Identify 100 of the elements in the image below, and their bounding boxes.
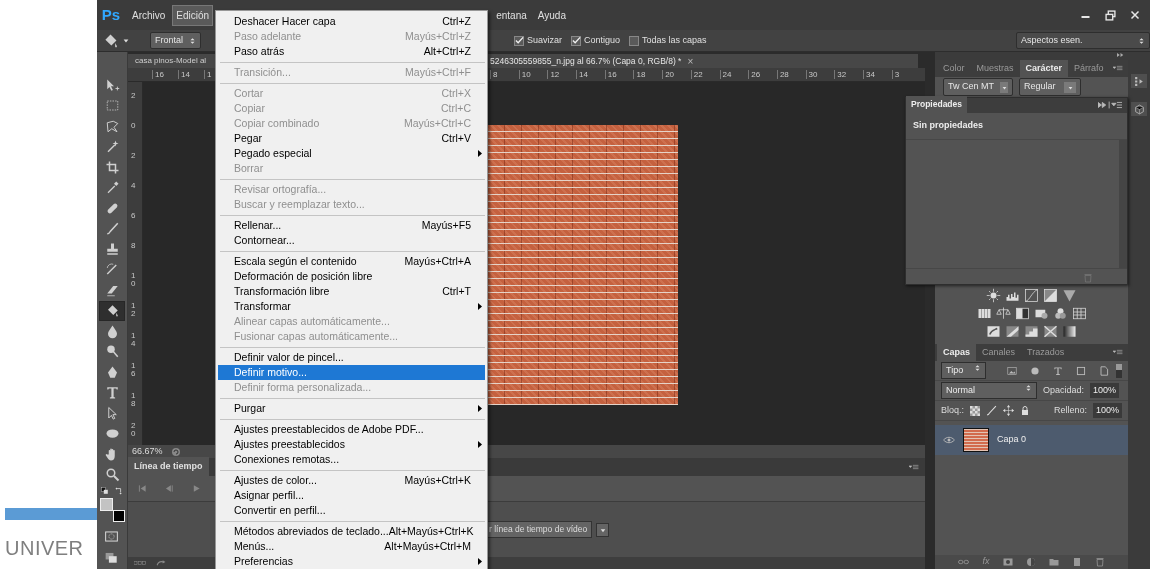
checkbox[interactable] — [571, 35, 582, 46]
menu-item[interactable]: Transformar — [218, 299, 485, 314]
exposure-icon[interactable] — [1043, 287, 1058, 303]
menu-bar-item[interactable]: Ayuda — [533, 4, 570, 26]
move-arrows-icon[interactable] — [1003, 405, 1014, 416]
panel-tab[interactable]: Color — [937, 59, 971, 77]
curves-icon[interactable] — [1024, 287, 1039, 303]
brush-icon[interactable] — [986, 405, 997, 416]
curved-arrow-icon[interactable] — [156, 559, 166, 567]
half-square-icon[interactable] — [1014, 305, 1030, 321]
shape-filter-icon[interactable] — [1075, 364, 1087, 377]
trash-icon[interactable] — [1094, 557, 1105, 567]
swap-arrow-icon[interactable] — [115, 487, 123, 495]
panel-tab[interactable]: Párrafo — [1068, 59, 1110, 77]
cross-square-icon[interactable] — [1043, 323, 1058, 339]
menu-item[interactable]: Menús... Alt+Mayús+Ctrl+M — [218, 539, 485, 554]
panel-menu-icon[interactable] — [909, 463, 919, 471]
scales-icon[interactable] — [995, 305, 1011, 321]
menu-item[interactable]: Ajustes de color... Mayús+Ctrl+K — [218, 473, 485, 488]
checkerboard-icon[interactable] — [970, 405, 980, 416]
dropdown-button[interactable] — [596, 522, 610, 537]
menu-item[interactable]: Preferencias — [218, 554, 485, 569]
scrollbar[interactable] — [1119, 139, 1127, 268]
adjustment-icon[interactable] — [1025, 557, 1036, 567]
panel-icon-button[interactable] — [1131, 74, 1147, 88]
eye-icon[interactable] — [943, 436, 955, 444]
invert-square-icon[interactable] — [986, 323, 1001, 339]
panel-tab[interactable]: Trazados — [1021, 343, 1071, 361]
document-filter-icon[interactable] — [1098, 364, 1110, 377]
tool-button[interactable] — [99, 300, 125, 321]
menu-item[interactable]: Convertir en perfil... — [218, 503, 485, 518]
fill-field[interactable]: 100% — [1092, 402, 1122, 419]
menu-item[interactable]: Asignar perfil... — [218, 488, 485, 503]
panel-menu-icon[interactable] — [1098, 101, 1122, 109]
diagonal-square-icon[interactable] — [1005, 323, 1020, 339]
menu-item[interactable]: Deshacer Hacer capa Ctrl+Z — [218, 14, 485, 29]
panel-tab[interactable]: Línea de tiempo — [128, 456, 209, 476]
menu-item[interactable]: Conexiones remotas... — [218, 452, 485, 467]
close-icon[interactable] — [1130, 10, 1140, 20]
panel-tab[interactable]: Propiedades — [906, 96, 968, 113]
circles-icon[interactable] — [1052, 305, 1068, 321]
menu-item[interactable]: Deformación de posición libre — [218, 269, 485, 284]
mode-dropdown[interactable]: Frontal — [150, 31, 201, 50]
menu-bar-item[interactable]: entana — [492, 4, 531, 26]
foreground-color-swatch[interactable] — [100, 498, 113, 511]
font-style-dropdown[interactable]: Regular — [1019, 78, 1081, 96]
menu-item[interactable]: Ajustes preestablecidos — [218, 437, 485, 452]
triangle-icon[interactable] — [1062, 287, 1077, 303]
panel-menu-icon[interactable] — [1113, 348, 1123, 356]
quick-mask-icon[interactable] — [105, 530, 118, 543]
menu-item[interactable]: Definir valor de pincel... — [218, 350, 485, 365]
stepped-square-icon[interactable] — [1024, 323, 1039, 339]
checkbox[interactable] — [514, 35, 524, 46]
font-family-dropdown[interactable]: Tw Cen MT — [943, 78, 1013, 96]
type-filter-icon[interactable] — [1052, 364, 1064, 377]
panel-tab[interactable]: Capas — [937, 343, 976, 361]
layer-name: Capa 0 — [997, 433, 1027, 447]
collapse-arrows-icon[interactable] — [1117, 52, 1124, 58]
restore-icon[interactable] — [1105, 9, 1116, 21]
background-color-swatch[interactable] — [113, 510, 125, 522]
workspace-dropdown[interactable]: Aspectos esen. — [1016, 31, 1150, 50]
menu-item[interactable]: Contornear... — [218, 233, 485, 248]
lock-icon[interactable] — [1020, 405, 1030, 416]
circle-arrow-icon[interactable] — [170, 446, 181, 457]
menu-item[interactable]: Pegado especial — [218, 146, 485, 161]
menu-item[interactable]: Transformación libre Ctrl+T — [218, 284, 485, 299]
link-icon[interactable] — [958, 558, 970, 566]
panel-menu-icon[interactable] — [1113, 64, 1123, 72]
menu-item[interactable]: Pegar Ctrl+V — [218, 131, 485, 146]
menu-item[interactable]: Rellenar... Mayús+F5 — [218, 218, 485, 233]
screen-mode-icon[interactable] — [105, 551, 118, 564]
blend-mode-dropdown[interactable]: Normal — [941, 381, 1037, 400]
menu-item[interactable]: Purgar — [218, 401, 485, 416]
new-layer-icon[interactable] — [1071, 557, 1082, 567]
menu-item[interactable]: Definir motivo... — [218, 365, 485, 380]
grid-icon[interactable] — [1071, 305, 1087, 321]
filter-dropdown[interactable]: Tipo — [941, 361, 986, 380]
checkbox[interactable] — [629, 35, 640, 46]
panel-icon-button[interactable] — [1131, 102, 1147, 116]
layer-row[interactable]: Capa 0 — [935, 425, 1128, 455]
menu-item[interactable]: Ajustes preestablecidos de Adobe PDF... — [218, 422, 485, 437]
ruler-number: 32 — [834, 70, 863, 79]
menu-item[interactable]: Escala según el contenido Mayús+Ctrl+A — [218, 254, 485, 269]
image-filter-icon[interactable] — [1006, 364, 1018, 377]
ruler-number: 3 — [891, 70, 921, 79]
history-icon — [1133, 75, 1145, 87]
toggle-switch-icon[interactable] — [1116, 363, 1122, 378]
menu-bar-item[interactable]: Archivo — [128, 4, 170, 26]
opacity-field[interactable]: 100% — [1090, 382, 1120, 399]
panel-tab[interactable]: Canales — [976, 343, 1022, 361]
menu-bar-item[interactable]: Edición — [172, 4, 214, 26]
sun-icon[interactable] — [986, 287, 1001, 303]
panel-tab[interactable]: Muestras — [970, 59, 1020, 77]
close-button[interactable]: × — [687, 53, 694, 69]
mask-icon[interactable] — [1002, 557, 1013, 567]
default-colors-icon[interactable] — [101, 487, 109, 495]
menu-item[interactable]: Métodos abreviados de teclado...Alt+Mayús+Ctrl+K — [218, 524, 485, 539]
gradient-square-icon[interactable] — [1062, 323, 1077, 339]
folder-icon[interactable] — [1048, 557, 1059, 567]
circle-filter-icon[interactable] — [1029, 364, 1041, 377]
